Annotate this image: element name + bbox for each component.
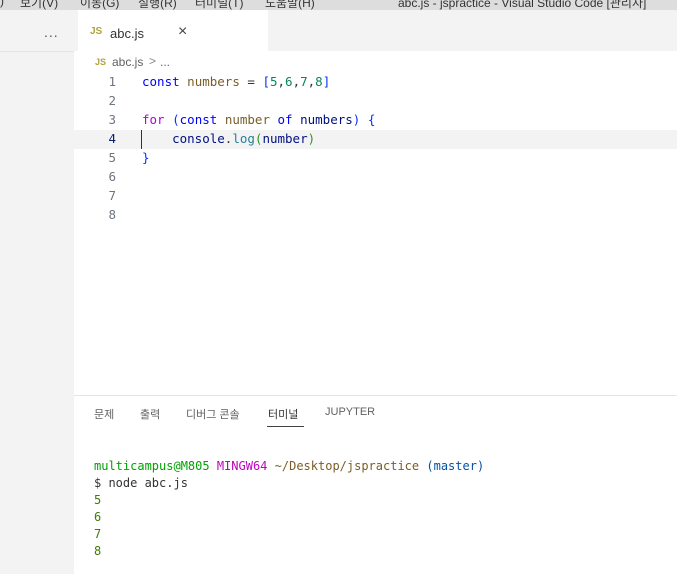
terminal-output-line: 7 <box>94 527 102 541</box>
sidebar-divider <box>0 51 74 52</box>
menu-item-help[interactable]: 도움말(H) <box>265 0 315 10</box>
window-title: abc.js - jspractice - Visual Studio Code… <box>398 0 647 10</box>
editor-tab-bar: JS abc.js × <box>74 10 677 51</box>
terminal-command: $ node abc.js <box>94 476 188 490</box>
terminal-host: MINGW64 <box>216 459 268 473</box>
code-text: for (const number of numbers) { <box>142 112 376 127</box>
menu-item-go[interactable]: 이동(G) <box>80 0 119 10</box>
menu-item-run[interactable]: 실행(R) <box>138 0 177 10</box>
line-number: 2 <box>108 93 116 108</box>
terminal-output-line: 8 <box>94 544 102 558</box>
line-number: 3 <box>108 112 116 127</box>
code-line: 1 const numbers = [5,6,7,8] <box>74 73 677 92</box>
menu-item-view[interactable]: 보기(V) <box>20 0 58 10</box>
javascript-file-icon: JS <box>95 57 107 67</box>
breadcrumb-file[interactable]: abc.js <box>112 55 143 69</box>
panel-tab-output[interactable]: 출력 <box>140 406 160 422</box>
line-number: 6 <box>108 169 116 184</box>
line-number: 5 <box>108 150 116 165</box>
breadcrumb-symbols[interactable]: ... <box>160 55 170 69</box>
menu-item-fragment: ) <box>0 0 4 8</box>
terminal-path: ~/Desktop/jspractice <box>274 459 420 473</box>
code-line: 5 } <box>74 149 677 168</box>
panel-tab-jupyter[interactable]: JUPYTER <box>325 406 375 418</box>
code-line: 7 <box>74 187 677 206</box>
code-text: const numbers = [5,6,7,8] <box>142 74 331 89</box>
active-tab-indicator <box>267 426 304 427</box>
bottom-panel: 문제 출력 디버그 콘솔 터미널 JUPYTER multicampus@M80… <box>74 396 677 574</box>
terminal-prompt: multicampus@M805 MINGW64 ~/Desktop/jspra… <box>94 459 484 473</box>
more-actions-icon[interactable]: ... <box>44 24 59 40</box>
line-number: 8 <box>108 207 116 222</box>
terminal-output-line: 5 <box>94 493 102 507</box>
panel-tab-terminal[interactable]: 터미널 <box>268 406 298 422</box>
line-number: 1 <box>108 74 116 89</box>
code-line: 8 <box>74 206 677 225</box>
code-text: console.log(number) <box>172 131 316 146</box>
tab-label: abc.js <box>110 26 144 41</box>
code-line: 3 for (const number of numbers) { <box>74 111 677 130</box>
code-editor[interactable]: 1 const numbers = [5,6,7,8] 2 3 for (con… <box>74 73 677 395</box>
sidebar-header: ... <box>0 10 74 51</box>
terminal-branch: (master) <box>426 459 485 473</box>
breadcrumb: JS abc.js > ... <box>74 51 677 73</box>
breadcrumb-separator-icon: > <box>149 54 157 68</box>
menu-item-terminal[interactable]: 터미널(T) <box>195 0 243 10</box>
menu-bar: ) 보기(V) 이동(G) 실행(R) 터미널(T) 도움말(H) abc.js… <box>0 0 677 10</box>
terminal-output-line: 6 <box>94 510 102 524</box>
javascript-file-icon: JS <box>90 26 103 37</box>
sidebar: ... <box>0 10 74 574</box>
code-text: } <box>142 150 150 165</box>
code-line: 6 <box>74 168 677 187</box>
line-number: 7 <box>108 188 116 203</box>
terminal-user: multicampus@M805 <box>94 459 210 473</box>
line-number: 4 <box>108 131 116 146</box>
panel-tab-debug-console[interactable]: 디버그 콘솔 <box>186 406 240 422</box>
code-line: 2 <box>74 92 677 111</box>
panel-tab-problems[interactable]: 문제 <box>94 406 114 422</box>
tab-abc-js[interactable]: JS abc.js × <box>78 10 268 51</box>
close-icon[interactable]: × <box>178 23 187 41</box>
code-line-active: 4 console.log(number) <box>74 130 677 149</box>
